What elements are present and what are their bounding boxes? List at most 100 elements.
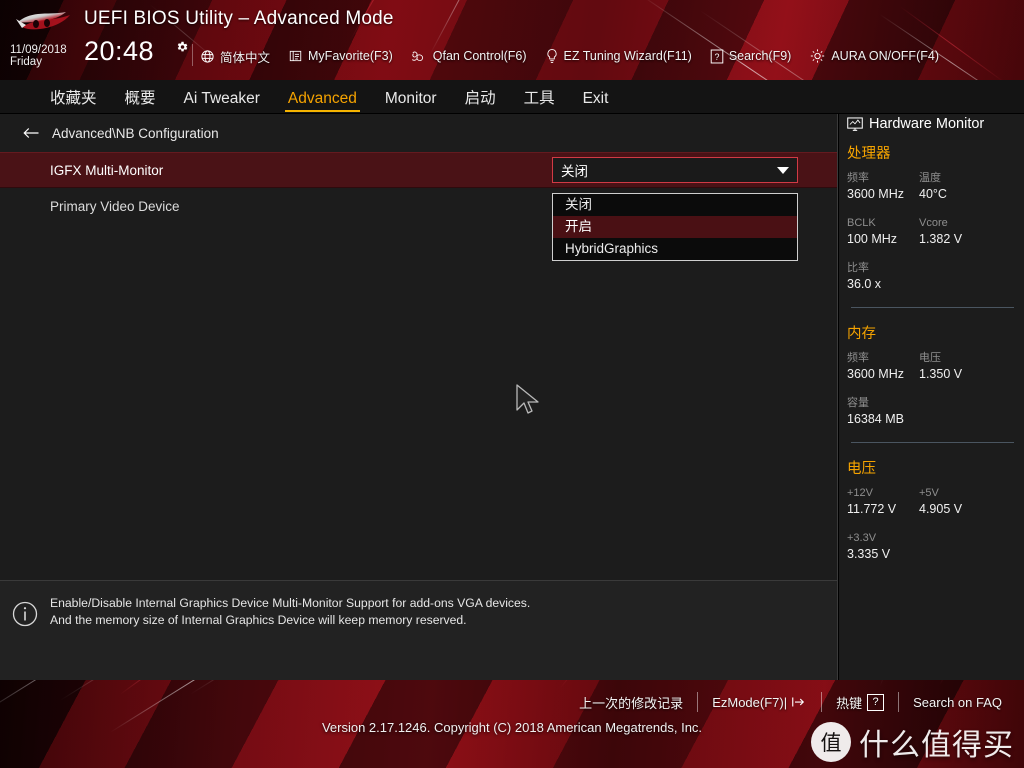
hw-section-memory-title: 内存 [847, 326, 876, 342]
aura-icon [811, 49, 825, 63]
hw-key: +5V [919, 487, 939, 499]
hw-key: 比率 [847, 262, 869, 274]
fan-icon [411, 51, 423, 61]
header-bar: UEFI BIOS Utility – Advanced Mode 11/09/… [0, 0, 1024, 80]
rog-logo [16, 12, 70, 30]
hw-key: BCLK [847, 217, 876, 229]
help-description-bar: Enable/Disable Internal Graphics Device … [0, 580, 838, 680]
ez-mode-button[interactable]: EzMode(F7)| [698, 695, 821, 710]
tab-main[interactable]: 概要 [111, 84, 170, 114]
header-item-eztuning[interactable]: EZ Tuning Wizard(F11) [545, 48, 692, 64]
tab-advanced[interactable]: Advanced [274, 84, 371, 114]
hw-memory-row-1: 频率 3600 MHz 电压 1.350 V [839, 350, 1024, 383]
page-title: UEFI BIOS Utility – Advanced Mode [84, 8, 394, 29]
hw-key: Vcore [919, 217, 948, 229]
svg-text:?: ? [714, 51, 719, 61]
tab-boot[interactable]: 启动 [451, 84, 510, 114]
hotkeys-button[interactable]: 热键 ? [822, 693, 898, 712]
hw-value: 3600 MHz [847, 367, 904, 381]
combobox-value: 关闭 [561, 164, 588, 179]
bulb-icon [546, 49, 557, 63]
bottom-bar: 上一次的修改记录 EzMode(F7)| 热键 ? Search on FAQ … [0, 680, 1024, 768]
hw-key: 电压 [919, 352, 941, 364]
hw-value: 16384 MB [847, 412, 904, 426]
hw-divider [851, 442, 1014, 443]
header-item-aura[interactable]: AURA ON/OFF(F4) [809, 48, 939, 64]
header-item-search[interactable]: ? Search(F9) [710, 49, 791, 64]
list-icon [289, 50, 302, 62]
hw-value: 4.905 V [919, 502, 963, 516]
header-item-label: MyFavorite(F3) [308, 49, 393, 63]
help-line-1: Enable/Disable Internal Graphics Device … [50, 596, 531, 610]
dropdown-option-enabled[interactable]: 开启 [553, 216, 797, 238]
hw-key: 容量 [847, 397, 869, 409]
date-text: 11/09/2018 [10, 44, 67, 56]
hw-voltage-row-1: +12V 11.772 V +5V 4.905 V [839, 485, 1024, 518]
tab-exit[interactable]: Exit [569, 84, 623, 114]
setting-row-igfx-multi-monitor[interactable]: IGFX Multi-Monitor 关闭 [0, 152, 837, 188]
search-faq-label: Search on FAQ [913, 694, 1002, 710]
header-item-myfavorite[interactable]: MyFavorite(F3) [288, 49, 393, 63]
globe-icon [201, 49, 214, 63]
last-modified-label: 上一次的修改记录 [579, 695, 684, 711]
header-item-label: EZ Tuning Wizard(F11) [563, 49, 692, 63]
back-arrow-icon[interactable] [22, 126, 40, 140]
hardware-monitor-title-text: Hardware Monitor [869, 116, 985, 132]
setting-label: Primary Video Device [50, 198, 180, 214]
watermark: 值 什么值得买 [811, 720, 1014, 764]
bios-screen: UEFI BIOS Utility – Advanced Mode 11/09/… [0, 0, 1024, 768]
hardware-monitor-panel: Hardware Monitor 处理器 频率 3600 MHz 温度 40°C… [839, 114, 1024, 680]
search-on-faq-button[interactable]: Search on FAQ [899, 695, 1016, 710]
help-text: Enable/Disable Internal Graphics Device … [50, 595, 823, 629]
tab-monitor[interactable]: Monitor [371, 84, 451, 114]
hw-value: 3.335 V [847, 547, 891, 561]
igfx-multi-monitor-dropdown-list[interactable]: 关闭 开启 HybridGraphics [552, 193, 798, 261]
hw-section-cpu-title: 处理器 [847, 146, 891, 162]
tab-list: 收藏夹 概要 Ai Tweaker Advanced Monitor 启动 工具… [0, 80, 622, 114]
hw-value: 3600 MHz [847, 187, 904, 201]
header-item-label: 简体中文 [220, 50, 271, 65]
datetime: 11/09/2018 Friday [10, 44, 82, 68]
weekday-text: Friday [10, 56, 42, 69]
watermark-text: 什么值得买 [859, 729, 1014, 762]
hw-cpu-row-2: BCLK 100 MHz Vcore 1.382 V [839, 215, 1024, 248]
hw-value: 1.382 V [919, 232, 963, 246]
hw-section-voltage-title: 电压 [847, 461, 876, 477]
hw-cpu-row-3: 比率 36.0 x [839, 260, 1024, 293]
hardware-monitor-title: Hardware Monitor [839, 114, 1024, 142]
hw-value: 11.772 V [847, 502, 897, 516]
hw-divider [851, 307, 1014, 308]
header-item-label: AURA ON/OFF(F4) [831, 49, 939, 63]
tab-tool[interactable]: 工具 [510, 84, 569, 114]
main-tab-bar: 收藏夹 概要 Ai Tweaker Advanced Monitor 启动 工具… [0, 80, 1024, 114]
watermark-badge: 值 [811, 722, 851, 762]
monitor-icon [847, 116, 863, 131]
tab-favorites[interactable]: 收藏夹 [36, 84, 111, 114]
hw-value: 36.0 x [847, 277, 882, 291]
main-content-panel: Advanced\NB Configuration IGFX Multi-Mon… [0, 114, 838, 580]
gear-icon[interactable] [175, 40, 189, 54]
chevron-down-icon[interactable] [777, 167, 789, 174]
bottom-actions: 上一次的修改记录 EzMode(F7)| 热键 ? Search on FAQ [565, 692, 1016, 712]
hw-key: +12V [847, 487, 873, 499]
clock-text: 20:48 [84, 36, 155, 66]
hw-key: 频率 [847, 172, 869, 184]
hw-voltage-row-2: +3.3V 3.335 V [839, 530, 1024, 563]
header-item-qfan[interactable]: Qfan Control(F6) [411, 49, 527, 63]
ez-mode-label: EzMode(F7)| [712, 694, 788, 710]
hw-key: 频率 [847, 352, 869, 364]
info-icon [12, 601, 38, 627]
dropdown-option-disabled[interactable]: 关闭 [553, 194, 797, 216]
dropdown-option-hybridgraphics[interactable]: HybridGraphics [553, 238, 797, 260]
header-item-language[interactable]: 简体中文 [200, 47, 270, 66]
hw-memory-row-2: 容量 16384 MB [839, 395, 1024, 428]
breadcrumb[interactable]: Advanced\NB Configuration [0, 114, 837, 152]
hotkeys-label: 热键 [836, 695, 863, 711]
hw-key: 温度 [919, 172, 941, 184]
hw-key: +3.3V [847, 532, 877, 544]
breadcrumb-text: Advanced\NB Configuration [52, 125, 219, 141]
igfx-multi-monitor-combobox[interactable]: 关闭 [552, 157, 798, 183]
setting-label: IGFX Multi-Monitor [50, 162, 164, 178]
last-modified-button[interactable]: 上一次的修改记录 [565, 693, 697, 712]
tab-ai-tweaker[interactable]: Ai Tweaker [170, 84, 274, 114]
